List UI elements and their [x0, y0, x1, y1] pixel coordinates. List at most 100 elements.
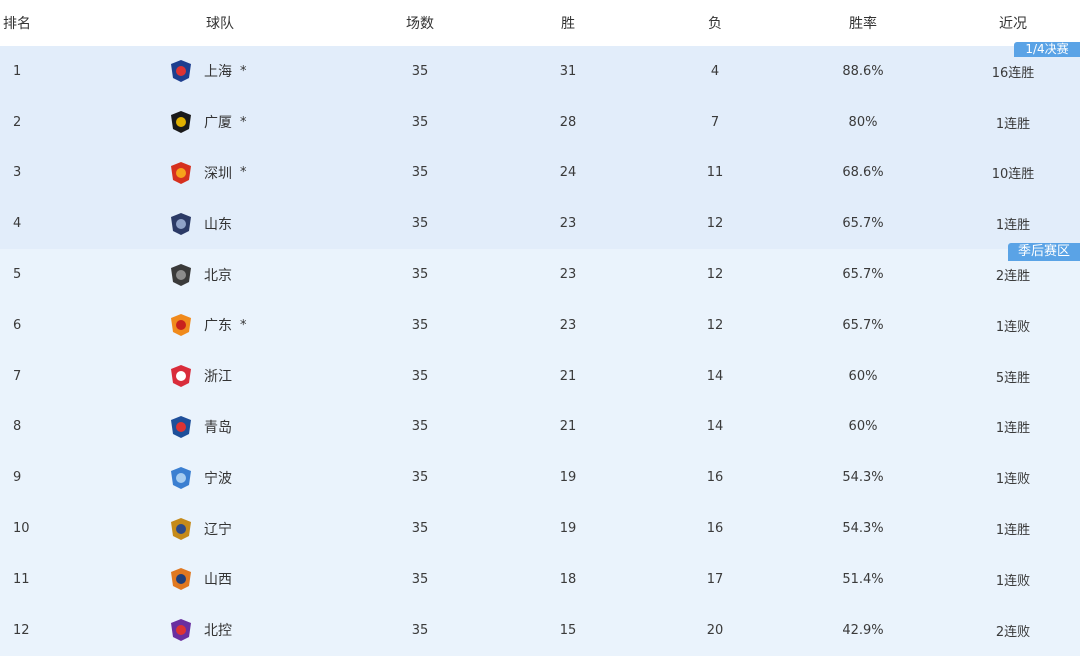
loss-cell: 12: [706, 216, 724, 232]
star-mark: *: [240, 63, 247, 79]
rank-cell: 9: [13, 470, 22, 486]
table-row[interactable]: 5 北京 35 23 12 65.7% 2连胜: [0, 249, 1080, 300]
games-cell: 35: [411, 63, 429, 79]
win-cell: 28: [559, 114, 577, 130]
loss-cell: 16: [706, 521, 724, 537]
loss-cell: 11: [706, 165, 724, 181]
star-mark: *: [240, 317, 247, 333]
table-row[interactable]: 3 深圳 * 35 24 11 68.6% 10连胜: [0, 147, 1080, 199]
team-cell[interactable]: 上海 *: [140, 46, 340, 97]
loss-cell: 14: [706, 368, 724, 384]
pct-cell: 54.3%: [842, 470, 884, 486]
pct-cell: 65.7%: [842, 317, 884, 333]
win-cell: 21: [559, 419, 577, 435]
rank-cell: 7: [13, 368, 22, 384]
win-cell: 19: [559, 470, 577, 486]
team-cell[interactable]: 深圳 *: [140, 148, 340, 199]
rank-cell: 12: [13, 622, 30, 638]
team-name[interactable]: 广厦: [204, 112, 232, 132]
loss-cell: 14: [706, 419, 724, 435]
team-cell[interactable]: 山西: [140, 554, 340, 605]
star-mark: *: [240, 165, 247, 181]
games-cell: 35: [411, 571, 429, 587]
quarterfinal-zone-tag: 1/4决赛: [1014, 42, 1080, 57]
loss-cell: 20: [706, 622, 724, 638]
header-win[interactable]: 胜: [508, 0, 628, 46]
header-streak[interactable]: 近况: [960, 0, 1066, 46]
table-row[interactable]: 2 广厦 * 35 28 7 80% 1连胜: [0, 96, 1080, 148]
team-name[interactable]: 北京: [204, 265, 232, 285]
header-rank[interactable]: 排名: [0, 0, 40, 46]
star-mark: *: [240, 114, 247, 130]
loss-cell: 12: [706, 267, 724, 283]
zhejiang-logo-icon: [168, 363, 194, 389]
table-row[interactable]: 9 宁波 35 19 16 54.3% 1连败: [0, 452, 1080, 504]
games-cell: 35: [411, 622, 429, 638]
rank-cell: 11: [13, 571, 30, 587]
shanxi-logo-icon: [168, 566, 194, 592]
team-name[interactable]: 山西: [204, 569, 232, 589]
header-team[interactable]: 球队: [160, 0, 280, 46]
header-pct[interactable]: 胜率: [803, 0, 923, 46]
table-row[interactable]: 1 上海 * 35 31 4 88.6% 16连胜: [0, 46, 1080, 97]
team-name[interactable]: 宁波: [204, 468, 232, 488]
header-loss[interactable]: 负: [655, 0, 775, 46]
team-cell[interactable]: 山东: [140, 198, 340, 249]
team-cell[interactable]: 辽宁: [140, 503, 340, 554]
rank-cell: 10: [13, 521, 30, 537]
win-cell: 23: [559, 216, 577, 232]
header-games[interactable]: 场数: [360, 0, 480, 46]
win-cell: 19: [559, 521, 577, 537]
standings-header: 排名 球队 场数 胜 负 胜率 近况: [0, 0, 1080, 46]
loss-cell: 12: [706, 317, 724, 333]
loss-cell: 7: [710, 114, 720, 130]
streak-cell: 1连胜: [995, 523, 1031, 539]
shandong-logo-icon: [168, 211, 194, 237]
team-cell[interactable]: 北控: [140, 605, 340, 656]
pct-cell: 60%: [848, 368, 878, 384]
team-cell[interactable]: 青岛: [140, 402, 340, 453]
shenzhen-logo-icon: [168, 160, 194, 186]
table-row[interactable]: 10 辽宁 35 19 16 54.3% 1连胜: [0, 503, 1080, 554]
table-row[interactable]: 4 山东 35 23 12 65.7% 1连胜: [0, 198, 1080, 250]
team-name[interactable]: 广东: [204, 315, 232, 335]
loss-cell: 4: [710, 63, 720, 79]
standings-table: 1 上海 * 35 31 4 88.6% 16连胜 2 广厦 * 35 28 7…: [0, 46, 1080, 656]
team-name[interactable]: 北控: [204, 620, 232, 640]
team-cell[interactable]: 广东 *: [140, 300, 340, 351]
games-cell: 35: [411, 114, 429, 130]
loss-cell: 16: [706, 470, 724, 486]
table-row[interactable]: 6 广东 * 35 23 12 65.7% 1连败: [0, 299, 1080, 351]
team-name[interactable]: 上海: [204, 61, 232, 81]
streak-cell: 1连败: [995, 472, 1031, 488]
streak-cell: 5连胜: [995, 370, 1031, 386]
team-name[interactable]: 山东: [204, 214, 232, 234]
streak-cell: 1连胜: [995, 218, 1031, 234]
pct-cell: 65.7%: [842, 216, 884, 232]
rank-cell: 2: [13, 114, 22, 130]
liaoning-logo-icon: [168, 516, 194, 542]
win-cell: 24: [559, 165, 577, 181]
table-row[interactable]: 7 浙江 35 21 14 60% 5连胜: [0, 350, 1080, 402]
guangdong-logo-icon: [168, 312, 194, 338]
rank-cell: 4: [13, 216, 22, 232]
team-name[interactable]: 浙江: [204, 366, 232, 386]
beikong-logo-icon: [168, 617, 194, 643]
team-name[interactable]: 辽宁: [204, 519, 232, 539]
pct-cell: 42.9%: [842, 622, 884, 638]
loss-cell: 17: [706, 571, 724, 587]
table-row[interactable]: 12 北控 35 15 20 42.9% 2连败: [0, 604, 1080, 656]
team-cell[interactable]: 浙江: [140, 351, 340, 402]
team-cell[interactable]: 宁波: [140, 452, 340, 503]
games-cell: 35: [411, 267, 429, 283]
table-row[interactable]: 8 青岛 35 21 14 60% 1连胜: [0, 401, 1080, 453]
table-row[interactable]: 11 山西 35 18 17 51.4% 1连败: [0, 553, 1080, 605]
games-cell: 35: [411, 470, 429, 486]
streak-cell: 1连胜: [995, 421, 1031, 437]
team-cell[interactable]: 北京: [140, 249, 340, 300]
team-name[interactable]: 青岛: [204, 417, 232, 437]
ningbo-logo-icon: [168, 465, 194, 491]
rank-cell: 6: [13, 317, 22, 333]
team-cell[interactable]: 广厦 *: [140, 97, 340, 148]
team-name[interactable]: 深圳: [204, 163, 232, 183]
